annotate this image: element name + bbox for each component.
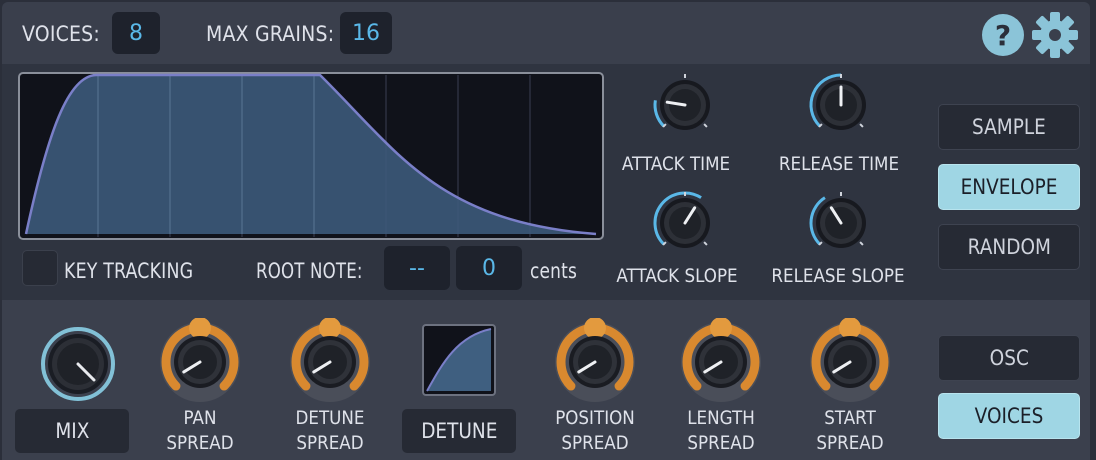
help-icon[interactable]: ? xyxy=(980,12,1026,58)
key-tracking-checkbox[interactable] xyxy=(22,250,58,286)
random-mode-label: RANDOM xyxy=(967,235,1051,259)
pan-spread-knob[interactable] xyxy=(158,318,242,402)
attack-time-knob[interactable] xyxy=(652,72,718,138)
top-bar xyxy=(2,2,1090,64)
osc-mode-button[interactable]: OSC xyxy=(938,335,1080,381)
detune-label: DETUNE xyxy=(420,419,498,443)
envelope-graph[interactable] xyxy=(18,72,604,240)
voices-value[interactable]: 8 xyxy=(112,12,160,54)
position-spread-knob[interactable] xyxy=(553,318,637,402)
release-time-knob[interactable] xyxy=(808,72,874,138)
svg-text:?: ? xyxy=(995,19,1011,52)
detune-spread-knob[interactable] xyxy=(288,318,372,402)
gear-icon[interactable] xyxy=(1030,10,1080,60)
root-note-value[interactable]: -- xyxy=(384,246,450,290)
pan-spread-label: PAN SPREAD xyxy=(166,407,234,454)
release-slope-knob[interactable] xyxy=(808,190,874,256)
envelope-mode-button[interactable]: ENVELOPE xyxy=(938,164,1080,210)
sample-mode-button[interactable]: SAMPLE xyxy=(938,104,1080,150)
voices-mode-label: VOICES xyxy=(974,404,1044,428)
length-spread-knob[interactable] xyxy=(679,318,763,402)
max-grains-label: MAX GRAINS: xyxy=(206,22,335,46)
mix-label-box: MIX xyxy=(15,409,129,453)
start-spread-knob[interactable] xyxy=(808,318,892,402)
voices-label: VOICES: xyxy=(22,22,100,46)
cents-value[interactable]: 0 xyxy=(456,246,522,290)
detune-spread-label: DETUNE SPREAD xyxy=(295,407,365,454)
detune-curve-display[interactable] xyxy=(422,324,496,396)
key-tracking-label: KEY TRACKING xyxy=(64,259,194,283)
envelope-mode-label: ENVELOPE xyxy=(960,175,1058,199)
start-spread-label: START SPREAD xyxy=(816,407,884,454)
attack-slope-knob[interactable] xyxy=(652,190,718,256)
release-slope-label: RELEASE SLOPE xyxy=(771,265,905,287)
attack-time-label: ATTACK TIME xyxy=(621,153,731,175)
detune-label-box[interactable]: DETUNE xyxy=(402,409,516,453)
attack-slope-label: ATTACK SLOPE xyxy=(616,265,738,287)
osc-mode-label: OSC xyxy=(989,346,1029,370)
voices-mode-button[interactable]: VOICES xyxy=(938,393,1080,439)
root-note-label: ROOT NOTE: xyxy=(256,259,363,283)
sample-mode-label: SAMPLE xyxy=(972,115,1046,139)
length-spread-label: LENGTH SPREAD xyxy=(687,407,755,454)
release-time-label: RELEASE TIME xyxy=(778,153,900,175)
mix-label: MIX xyxy=(54,419,90,443)
max-grains-value[interactable]: 16 xyxy=(340,12,392,54)
cents-label: cents xyxy=(530,259,578,283)
position-spread-label: POSITION SPREAD xyxy=(555,407,635,454)
random-mode-button[interactable]: RANDOM xyxy=(938,224,1080,270)
mix-knob[interactable] xyxy=(40,326,116,402)
